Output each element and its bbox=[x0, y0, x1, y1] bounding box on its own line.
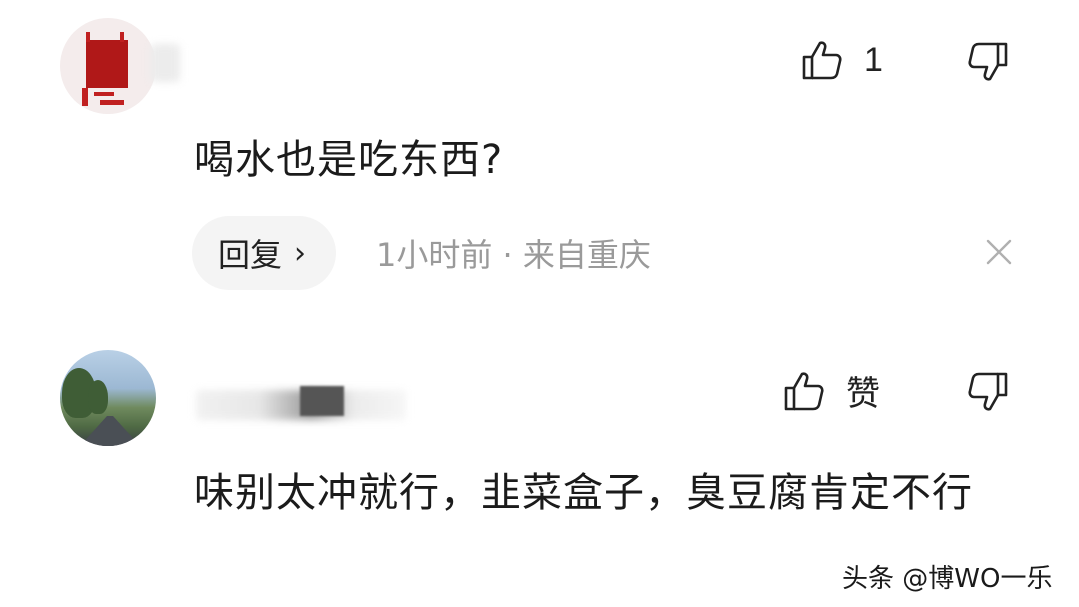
thumbs-down-icon bbox=[968, 42, 1008, 81]
dislike-button[interactable] bbox=[966, 370, 1010, 414]
thumbs-up-icon bbox=[784, 371, 824, 410]
like-button[interactable]: 赞 bbox=[782, 366, 880, 415]
avatar[interactable] bbox=[60, 18, 156, 114]
avatar[interactable] bbox=[60, 350, 156, 446]
reply-label: 回复 bbox=[218, 236, 283, 274]
avatar-art-stroke bbox=[100, 100, 124, 105]
username-redacted-block bbox=[300, 386, 344, 416]
comment-text: 喝水也是吃东西? bbox=[194, 137, 504, 183]
username-redacted bbox=[150, 44, 180, 82]
close-icon[interactable] bbox=[984, 237, 1014, 267]
avatar-tree bbox=[88, 380, 108, 414]
avatar-art-stroke bbox=[94, 92, 114, 96]
dislike-button[interactable] bbox=[966, 40, 1010, 84]
like-label: 赞 bbox=[846, 375, 880, 413]
thumbs-up-icon bbox=[802, 41, 842, 80]
avatar-art-stroke bbox=[86, 32, 90, 42]
avatar-art-stroke bbox=[82, 88, 88, 106]
avatar-road bbox=[80, 416, 140, 446]
like-count: 1 bbox=[864, 40, 883, 79]
reply-button[interactable]: 回复 › bbox=[192, 216, 337, 290]
thumbs-down-icon bbox=[968, 372, 1008, 411]
like-button[interactable]: 1 bbox=[800, 38, 883, 82]
comment-text: 味别太冲就行，韭菜盒子，臭豆腐肯定不行 bbox=[194, 470, 973, 516]
watermark: 头条 @博WO一乐 bbox=[836, 556, 1059, 597]
avatar-art-stroke bbox=[120, 32, 124, 42]
comment-meta: 1小时前 · 来自重庆 bbox=[376, 236, 651, 274]
comment-item: 1 喝水也是吃东西? 回复 › 1小时前 · 来自重庆 bbox=[0, 0, 1079, 300]
avatar-art-block bbox=[86, 40, 128, 88]
chevron-right-icon: › bbox=[294, 235, 307, 271]
comment-actions: 回复 › 1小时前 · 来自重庆 bbox=[192, 216, 651, 290]
